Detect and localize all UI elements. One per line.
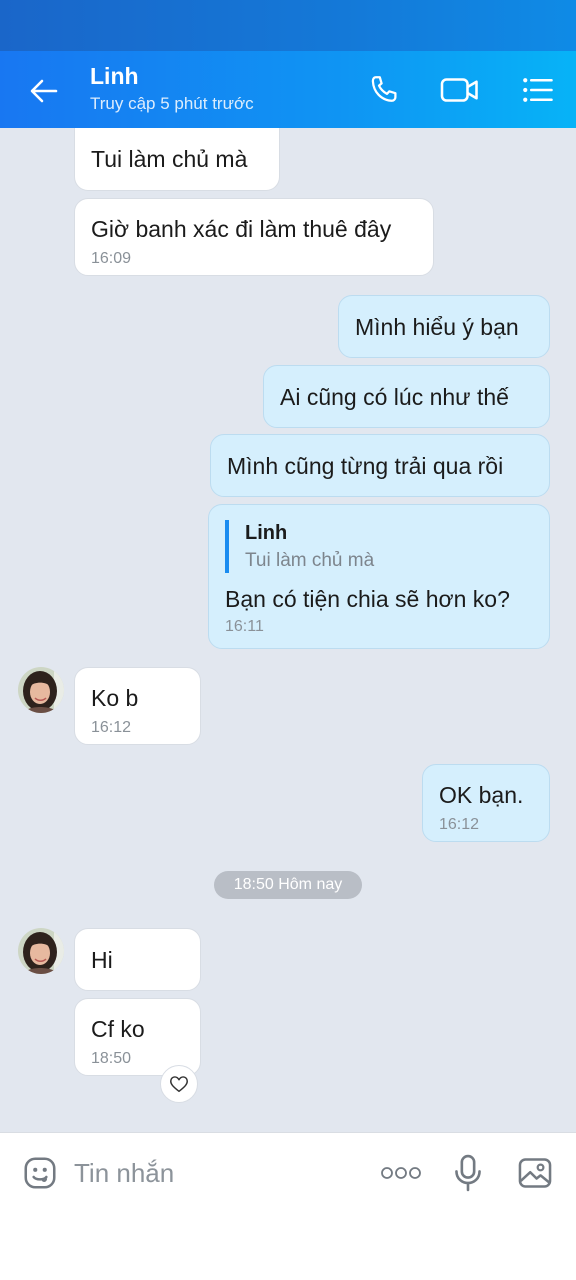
message-time: 16:11 bbox=[225, 618, 264, 635]
more-options-button[interactable] bbox=[379, 1151, 423, 1195]
microphone-icon bbox=[455, 1154, 481, 1192]
message-text: Ko b bbox=[91, 685, 139, 711]
message-list[interactable]: Tui làm chủ mà Giờ banh xác đi làm thuê … bbox=[0, 128, 576, 1132]
message-text: OK bạn. bbox=[439, 782, 524, 808]
avatar-photo bbox=[18, 928, 64, 974]
message-outgoing[interactable]: Mình cũng từng trải qua rồi bbox=[210, 434, 550, 497]
contact-name: Linh bbox=[90, 63, 139, 89]
message-input[interactable] bbox=[74, 1151, 364, 1195]
message-text: Bạn có tiện chia sẽ hơn ko? bbox=[225, 586, 510, 612]
message-text: Mình cũng từng trải qua rồi bbox=[227, 453, 504, 479]
message-incoming[interactable]: Ko b 16:12 bbox=[74, 667, 201, 745]
message-text: Mình hiểu ý bạn bbox=[355, 314, 519, 340]
message-outgoing[interactable]: Ai cũng có lúc như thế bbox=[263, 365, 550, 428]
message-incoming[interactable]: Hi bbox=[74, 928, 201, 991]
voice-message-button[interactable] bbox=[446, 1151, 490, 1195]
sticker-icon bbox=[24, 1157, 56, 1189]
image-icon bbox=[518, 1158, 552, 1188]
message-text: Hi bbox=[91, 947, 113, 973]
send-image-button[interactable] bbox=[513, 1151, 557, 1195]
quoted-text: Tui làm chủ mà bbox=[245, 550, 375, 571]
video-call-button[interactable] bbox=[438, 68, 482, 112]
video-call-icon bbox=[440, 78, 478, 102]
contact-last-seen: Truy cập 5 phút trước bbox=[90, 94, 254, 113]
date-divider: 18:50 Hôm nay bbox=[214, 871, 362, 899]
back-arrow-icon bbox=[30, 79, 58, 103]
message-text: Giờ banh xác đi làm thuê đây bbox=[91, 216, 392, 242]
phone-icon bbox=[371, 76, 397, 102]
voice-call-button[interactable] bbox=[362, 68, 406, 112]
message-time: 16:12 bbox=[91, 719, 132, 736]
message-outgoing[interactable]: OK bạn. 16:12 bbox=[422, 764, 550, 842]
message-outgoing[interactable]: Mình hiểu ý bạn bbox=[338, 295, 550, 358]
message-composer bbox=[0, 1132, 576, 1212]
quoted-author: Linh bbox=[245, 522, 288, 544]
contact-avatar[interactable] bbox=[18, 667, 64, 713]
keyboard-area bbox=[0, 1212, 576, 1280]
quoted-message[interactable]: Linh Tui làm chủ mà bbox=[225, 520, 533, 573]
menu-list-icon bbox=[523, 78, 553, 102]
message-incoming[interactable]: Tui làm chủ mà bbox=[74, 128, 280, 191]
chat-header: Linh Truy cập 5 phút trước bbox=[0, 51, 576, 128]
message-outgoing-reply[interactable]: Linh Tui làm chủ mà Bạn có tiện chia sẽ … bbox=[208, 504, 550, 649]
message-incoming[interactable]: Giờ banh xác đi làm thuê đây 16:09 bbox=[74, 198, 434, 276]
message-time: 16:09 bbox=[91, 250, 132, 267]
message-text: Tui làm chủ mà bbox=[91, 146, 248, 172]
message-text: Ai cũng có lúc như thế bbox=[280, 384, 509, 410]
sticker-button[interactable] bbox=[18, 1151, 62, 1195]
contact-info[interactable]: Linh Truy cập 5 phút trước bbox=[90, 63, 254, 114]
heart-icon bbox=[170, 1076, 188, 1093]
more-dots-icon bbox=[381, 1167, 421, 1179]
message-text: Cf ko bbox=[91, 1016, 145, 1042]
contact-avatar[interactable] bbox=[18, 928, 64, 974]
options-menu-button[interactable] bbox=[516, 68, 560, 112]
react-heart-button[interactable] bbox=[160, 1065, 198, 1103]
status-bar bbox=[0, 0, 576, 51]
back-button[interactable] bbox=[20, 71, 68, 111]
avatar-photo bbox=[18, 667, 64, 713]
message-time: 16:12 bbox=[439, 816, 480, 833]
